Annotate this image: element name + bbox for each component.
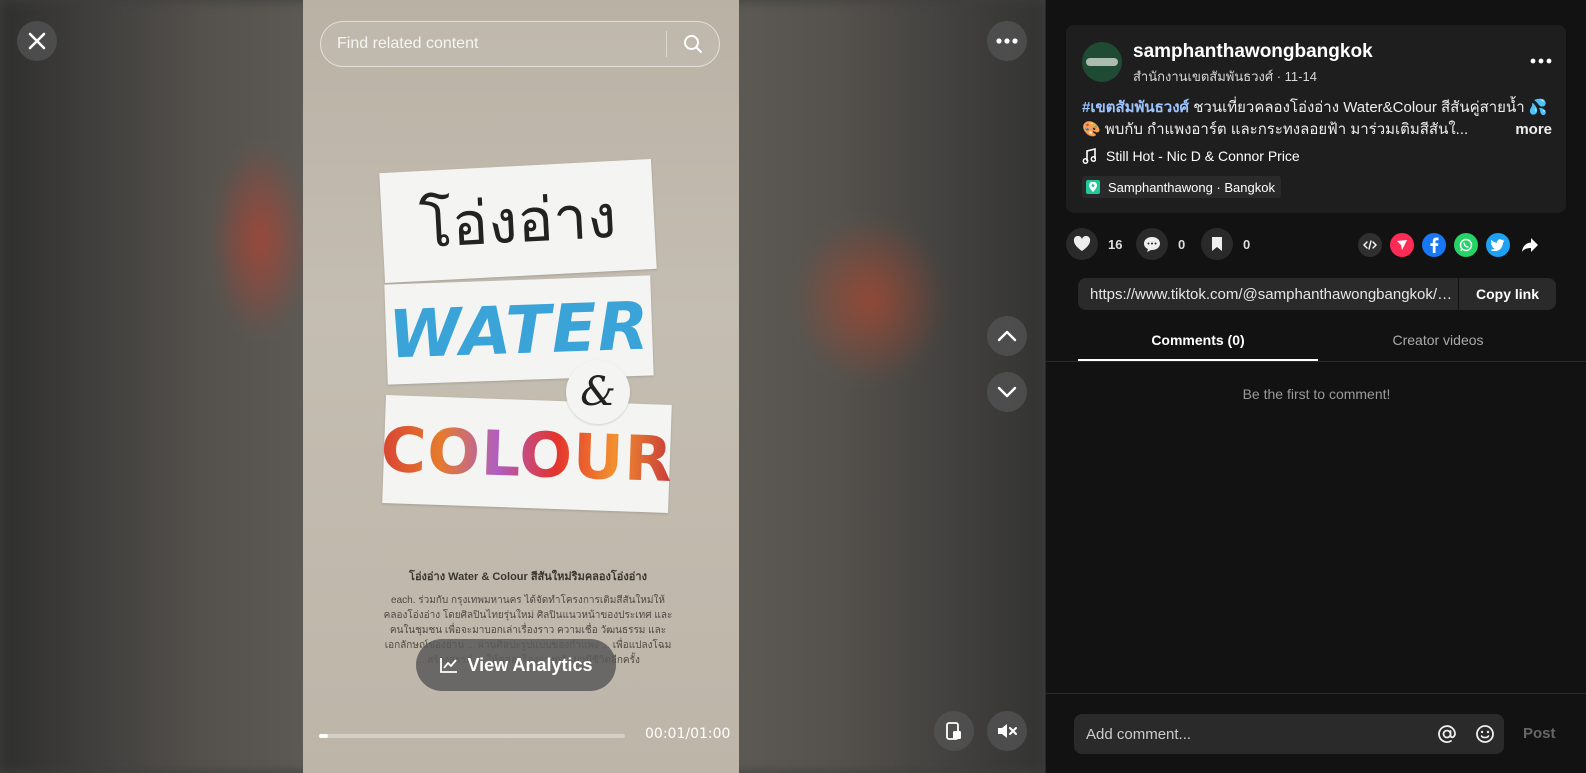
twitter-icon	[1491, 239, 1505, 251]
tab-active-indicator	[1078, 359, 1318, 361]
caption-more-button[interactable]: more	[1507, 119, 1552, 141]
save-count: 0	[1243, 236, 1251, 252]
view-analytics-label: View Analytics	[467, 654, 593, 675]
copy-link-button[interactable]: Copy link	[1458, 278, 1556, 310]
whatsapp-icon	[1459, 238, 1473, 252]
search-button[interactable]	[667, 21, 719, 67]
facebook-share-button[interactable]	[1422, 233, 1446, 257]
heart-icon	[1073, 236, 1091, 251]
search-input[interactable]: Find related content	[321, 35, 666, 53]
music-title: Still Hot - Nic D & Connor Price	[1106, 148, 1300, 164]
comment-bubble-icon	[1144, 236, 1160, 252]
poster-thai-card: โอ่งอ่าง	[379, 158, 657, 284]
chevron-up-icon	[997, 330, 1017, 342]
chevron-down-icon	[997, 386, 1017, 398]
share-arrow-icon	[1522, 238, 1538, 252]
avatar[interactable]	[1082, 42, 1122, 82]
hashtag-link[interactable]: #เขตสัมพันธวงศ์	[1082, 99, 1189, 116]
mute-button[interactable]	[987, 711, 1027, 751]
like-button[interactable]	[1066, 228, 1098, 260]
music-link[interactable]: Still Hot - Nic D & Connor Price	[1082, 148, 1300, 164]
poster-thai-text: โอ่งอ่าง	[418, 181, 619, 262]
tab-comments[interactable]: Comments (0)	[1078, 332, 1318, 348]
close-button[interactable]	[17, 21, 57, 61]
search-icon	[684, 35, 702, 53]
poster-colour-text: COLOUR	[379, 412, 675, 496]
post-caption: #เขตสัมพันธวงศ์ ชวนเที่ยวคลองโอ่งอ่าง Wa…	[1082, 97, 1552, 141]
whatsapp-share-button[interactable]	[1454, 233, 1478, 257]
twitter-share-button[interactable]	[1486, 233, 1510, 257]
poster-water-text: WATER	[387, 286, 651, 374]
location-tag[interactable]: Samphanthawong · Bangkok	[1082, 176, 1281, 198]
embed-button[interactable]	[1358, 233, 1382, 257]
tab-creator-videos[interactable]: Creator videos	[1318, 332, 1558, 348]
paper-plane-icon	[1397, 240, 1407, 250]
details-panel: samphanthawongbangkok สำนักงานเขตสัมพันธ…	[1045, 0, 1586, 773]
bookmark-icon	[1212, 237, 1222, 251]
emoji-smile-icon	[1476, 725, 1494, 743]
more-horizontal-icon	[996, 38, 1018, 44]
copy-link-bar: https://www.tiktok.com/@samphanthawongba…	[1078, 278, 1556, 310]
close-icon	[28, 32, 46, 50]
view-analytics-button[interactable]: View Analytics	[416, 639, 616, 691]
location-pin-icon	[1086, 180, 1100, 194]
post-more-button[interactable]	[1530, 51, 1552, 69]
send-to-friends-button[interactable]	[1390, 233, 1414, 257]
save-action[interactable]: 0	[1201, 228, 1250, 260]
video-time: 00:01/01:00	[645, 726, 731, 742]
mention-button[interactable]	[1428, 724, 1466, 744]
poster-colour-card: COLOUR	[379, 395, 675, 513]
location-label: Samphanthawong · Bangkok	[1108, 179, 1275, 195]
empty-comments-message: Be the first to comment!	[1242, 386, 1391, 402]
comment-button[interactable]	[1136, 228, 1168, 260]
mini-player-icon	[946, 722, 961, 740]
previous-video-button[interactable]	[987, 316, 1027, 356]
comment-input[interactable]: Add comment...	[1086, 726, 1428, 743]
next-video-button[interactable]	[987, 372, 1027, 412]
at-mention-icon	[1438, 725, 1456, 743]
facebook-icon	[1430, 237, 1439, 253]
video-progress-fill	[319, 734, 329, 738]
like-count: 16	[1108, 236, 1123, 252]
video-more-button[interactable]	[987, 21, 1027, 61]
analytics-chart-icon	[440, 658, 458, 673]
post-info-card: samphanthawongbangkok สำนักงานเขตสัมพันธ…	[1066, 25, 1566, 213]
volume-muted-icon	[998, 724, 1017, 738]
post-comment-button[interactable]: Post	[1523, 725, 1556, 742]
comment-count: 0	[1178, 236, 1186, 252]
plaque-heading: โอ่งอ่าง Water & Colour สีสันใหม่ริมคลอง…	[409, 571, 647, 583]
video-viewer: โอ่งอ่าง WATER COLOUR & โอ่งอ่าง Water &…	[0, 0, 1586, 773]
music-note-icon	[1082, 148, 1096, 164]
avatar-logo	[1086, 58, 1118, 66]
embed-code-icon	[1363, 240, 1377, 250]
video-link-field[interactable]: https://www.tiktok.com/@samphanthawongba…	[1078, 286, 1458, 303]
video-progress-bar[interactable]	[319, 734, 625, 738]
poster-amp-text: &	[580, 369, 616, 415]
save-button[interactable]	[1201, 228, 1233, 260]
poster-amp-card: &	[566, 360, 630, 424]
video-stage: โอ่งอ่าง WATER COLOUR & โอ่งอ่าง Water &…	[0, 0, 1045, 773]
comment-action[interactable]: 0	[1136, 228, 1185, 260]
video-poster: โอ่งอ่าง WATER COLOUR &	[378, 158, 678, 520]
comment-footer: Add comment... Post	[1046, 693, 1586, 773]
comment-input-box[interactable]: Add comment...	[1074, 714, 1504, 754]
username[interactable]: samphanthawongbangkok	[1133, 41, 1373, 63]
search-bar[interactable]: Find related content	[320, 21, 720, 67]
like-action[interactable]: 16	[1066, 228, 1122, 260]
panel-tabs: Comments (0) Creator videos	[1046, 320, 1586, 362]
action-bar: 16 0 0	[1066, 228, 1566, 262]
more-share-button[interactable]	[1518, 233, 1542, 257]
emoji-button[interactable]	[1466, 724, 1504, 744]
post-subline: สำนักงานเขตสัมพันธวงศ์ · 11-14	[1133, 69, 1317, 84]
more-horizontal-icon	[1530, 58, 1552, 64]
mini-player-button[interactable]	[934, 711, 974, 751]
